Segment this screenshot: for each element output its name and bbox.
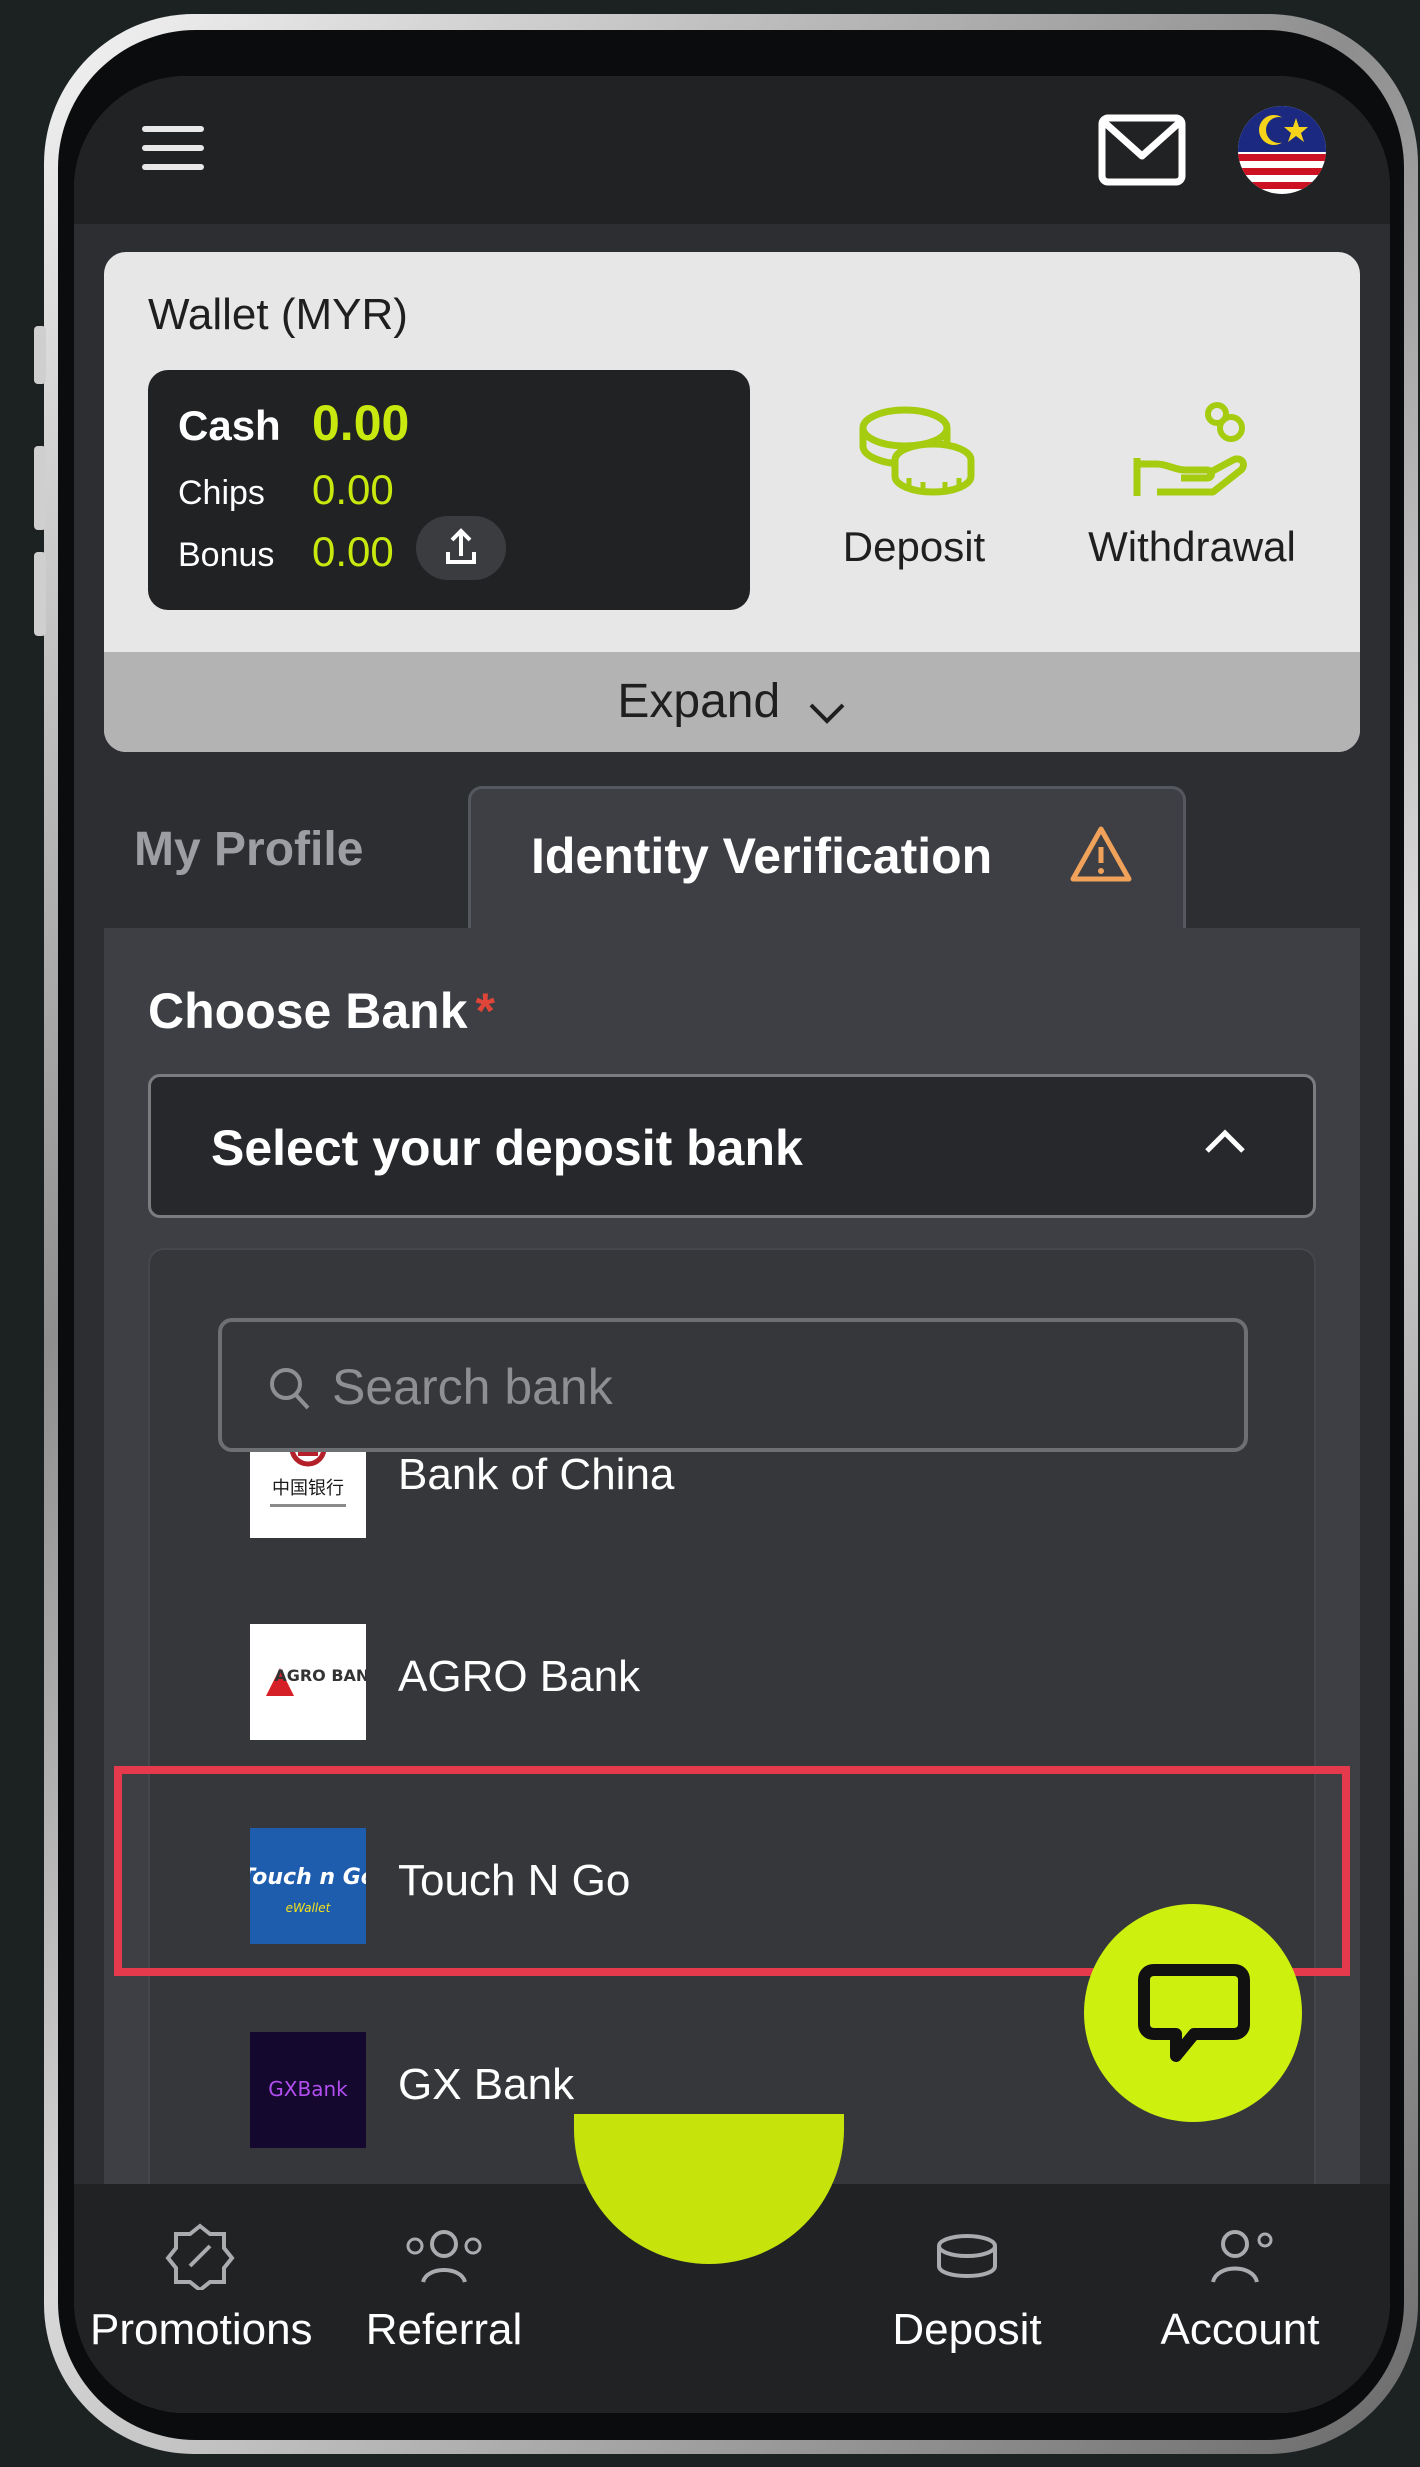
- withdrawal-label: Withdrawal: [1088, 523, 1296, 570]
- nav-referral-label: Referral: [365, 2305, 523, 2354]
- cash-row: Cash 0.00: [178, 394, 409, 452]
- center-nav-button[interactable]: [574, 2114, 844, 2264]
- nav-deposit-label: Deposit: [892, 2305, 1042, 2354]
- gx-bank-logo: GXBank: [250, 2032, 366, 2148]
- top-bar: [74, 76, 1390, 224]
- chevron-up-icon: [1205, 1129, 1245, 1153]
- chips-value: 0.00: [312, 466, 394, 513]
- chevron-down-icon: [809, 703, 845, 724]
- nav-deposit[interactable]: Deposit: [862, 2220, 1072, 2355]
- chips-label: Chips: [178, 474, 265, 512]
- bank-option-bank-of-china[interactable]: 中国银行 Bank of China: [150, 1452, 1314, 1540]
- deposit-button[interactable]: Deposit: [784, 402, 1044, 571]
- bonus-value: 0.00: [312, 528, 394, 575]
- live-chat-button[interactable]: [1084, 1904, 1302, 2122]
- account-settings-icon: [1211, 2230, 1273, 2283]
- tab-identity-label: Identity Verification: [531, 828, 993, 884]
- tab-my-profile[interactable]: My Profile: [134, 822, 363, 877]
- expand-button[interactable]: Expand: [104, 652, 1360, 752]
- required-mark: *: [475, 983, 495, 1039]
- balance-box: Cash 0.00 Chips 0.00 Bonus 0.00: [148, 370, 750, 610]
- bank-search-input[interactable]: [332, 1352, 1212, 1422]
- cash-label: Cash: [178, 402, 281, 449]
- hamburger-icon[interactable]: [142, 126, 204, 176]
- side-button: [34, 446, 46, 530]
- bottom-nav: Promotions Referral Deposit Account: [74, 2114, 1390, 2413]
- expand-label: Expand: [617, 675, 781, 728]
- svg-text:中国银行: 中国银行: [272, 1478, 344, 1499]
- bank-name: AGRO Bank: [398, 1652, 641, 1701]
- side-button: [34, 552, 46, 636]
- bank-search-box[interactable]: [218, 1318, 1248, 1452]
- bonus-label: Bonus: [178, 536, 275, 574]
- hand-coins-icon: [1133, 402, 1247, 496]
- nav-promotions[interactable]: Promotions: [90, 2220, 313, 2355]
- search-icon: [270, 1368, 310, 1410]
- deposit-label: Deposit: [842, 523, 986, 570]
- wallet-card: Wallet (MYR) Cash 0.00 Chips 0.00 Bonus …: [104, 252, 1360, 752]
- coins-icon: [859, 406, 975, 496]
- bank-name: GX Bank: [398, 2060, 575, 2109]
- choose-bank-label: Choose Bank *: [148, 983, 495, 1039]
- wallet-title: Wallet (MYR): [148, 290, 408, 339]
- upload-icon: [446, 528, 476, 564]
- mail-icon[interactable]: [1098, 114, 1186, 186]
- upload-button[interactable]: [416, 516, 506, 580]
- nav-referral[interactable]: Referral: [344, 2220, 544, 2355]
- malaysia-flag-icon[interactable]: [1238, 106, 1326, 194]
- cash-value: 0.00: [312, 395, 410, 451]
- nav-promotions-label: Promotions: [90, 2305, 313, 2354]
- referral-people-icon: [406, 2230, 482, 2283]
- agro-bank-logo: AGRO BANK: [250, 1624, 366, 1740]
- chips-row: Chips 0.00: [178, 466, 394, 514]
- bank-option-agro-bank[interactable]: AGRO BANK AGRO Bank: [150, 1582, 1314, 1742]
- coins-icon: [937, 2234, 997, 2279]
- chat-bubble-icon: [1138, 1964, 1250, 2062]
- warning-icon: [1070, 826, 1132, 882]
- svg-text:AGRO BANK: AGRO BANK: [274, 1666, 366, 1685]
- withdrawal-button[interactable]: Withdrawal: [1062, 402, 1322, 571]
- bank-select[interactable]: Select your deposit bank: [148, 1074, 1316, 1218]
- side-button: [34, 326, 46, 384]
- bank-of-china-logo: 中国银行: [250, 1452, 366, 1538]
- tab-identity-verification[interactable]: Identity Verification: [468, 786, 1186, 928]
- bonus-row: Bonus 0.00: [178, 528, 394, 576]
- nav-account-label: Account: [1160, 2305, 1320, 2354]
- bank-name: Bank of China: [398, 1452, 675, 1499]
- promotion-tag-icon: [165, 2223, 235, 2293]
- nav-account[interactable]: Account: [1120, 2220, 1360, 2355]
- svg-text:GXBank: GXBank: [268, 2077, 348, 2101]
- bank-select-placeholder: Select your deposit bank: [211, 1120, 803, 1176]
